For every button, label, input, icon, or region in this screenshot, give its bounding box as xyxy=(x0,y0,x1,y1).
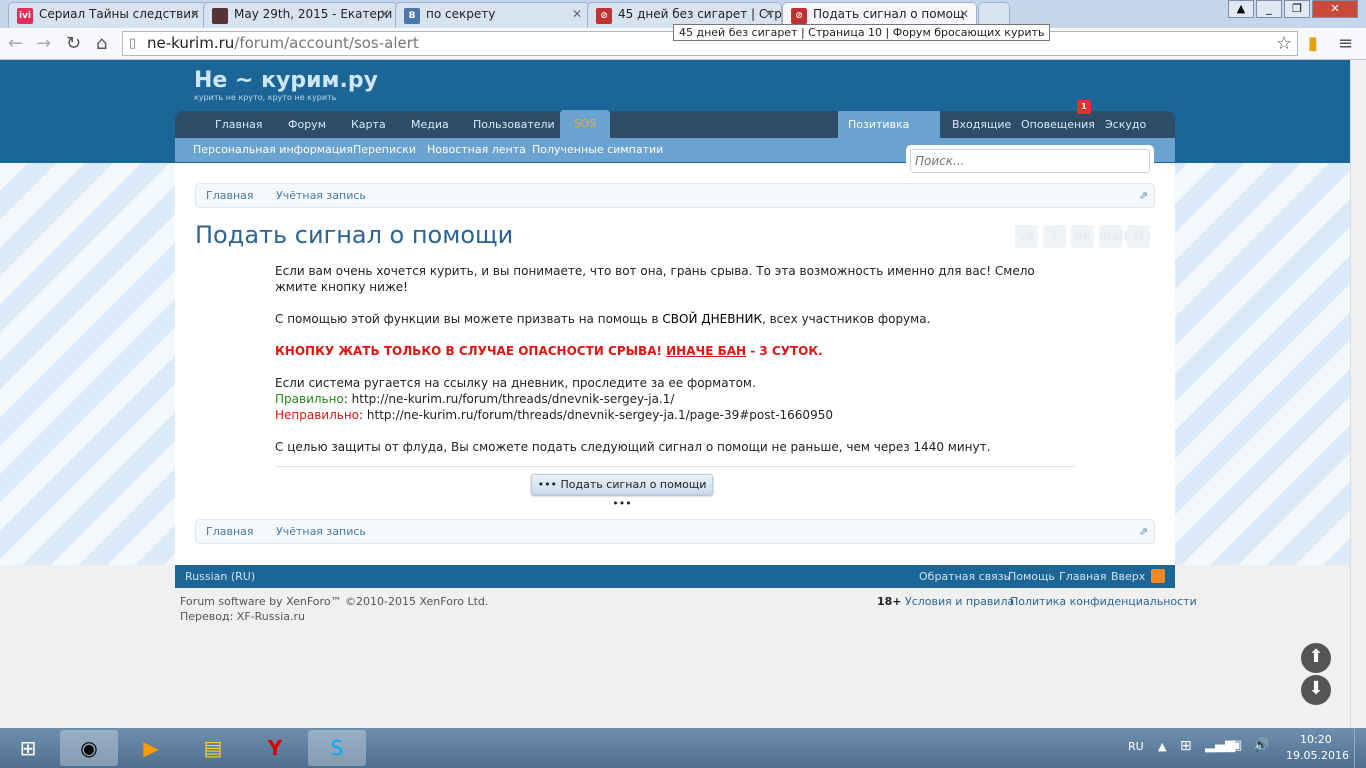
notification-badge: 1 xyxy=(1077,100,1091,114)
footer-link-help[interactable]: Помощь xyxy=(1008,565,1055,588)
forward-icon[interactable]: → xyxy=(36,33,51,54)
google-share-icon[interactable]: G xyxy=(1127,225,1150,248)
nav-home[interactable]: Главная xyxy=(205,111,273,138)
nav-media[interactable]: Медиа xyxy=(401,111,459,138)
copyright[interactable]: Forum software by XenForo™ ©2010-2015 Xe… xyxy=(180,595,488,608)
nav-positivka[interactable]: Позитивка xyxy=(838,111,940,138)
page-icon: ▯ xyxy=(129,36,137,51)
clock-time[interactable]: 10:20 xyxy=(1300,733,1332,746)
jump-icon[interactable]: ⇗ xyxy=(1139,520,1148,543)
ivi-favicon-icon: ivi xyxy=(17,8,33,24)
breadcrumb-home[interactable]: Главная xyxy=(206,520,254,543)
browser-tab[interactable]: ivi Сериал Тайны следствия ✕ xyxy=(8,2,208,28)
main-nav: Главная Форум Карта Медиа Пользователи S… xyxy=(175,110,1175,138)
clock-date[interactable]: 19.05.2016 xyxy=(1286,749,1349,762)
scroll-down-icon[interactable]: ⬇ xyxy=(1301,675,1331,705)
breadcrumb: Главная Учётная запись ⇗ xyxy=(195,183,1155,208)
power-icon[interactable]: ▣ xyxy=(1230,738,1242,753)
odnoklassniki-share-icon[interactable]: ok xyxy=(1071,225,1094,248)
footer-link-top[interactable]: Вверх xyxy=(1111,565,1145,588)
browser-tab[interactable]: Bпо секрету ✕ xyxy=(395,2,590,28)
user-icon[interactable]: ▲ xyxy=(1228,0,1254,18)
skype-taskbar-icon[interactable]: S xyxy=(308,730,366,766)
extension-icon[interactable]: ▮ xyxy=(1308,33,1318,54)
nav-alerts[interactable]: Оповещения xyxy=(1011,111,1105,138)
browser-tab[interactable]: May 29th, 2015 - Екатери ✕ xyxy=(203,2,398,28)
action-center-icon[interactable]: ⊞ xyxy=(1180,738,1192,754)
nav-forum[interactable]: Форум xyxy=(278,111,336,138)
bookmark-star-icon[interactable]: ☆ xyxy=(1276,33,1292,54)
nav-user[interactable]: Эскудо xyxy=(1095,111,1156,138)
nekurim-favicon-icon: ⊘ xyxy=(791,8,807,24)
yandex-taskbar-icon[interactable]: Y xyxy=(246,730,304,766)
jump-icon[interactable]: ⇗ xyxy=(1139,184,1148,207)
age-rating: 18+ xyxy=(877,595,902,608)
reload-icon[interactable]: ↻ xyxy=(66,33,81,54)
nav-users[interactable]: Пользователи xyxy=(463,111,565,138)
subnav-news-feed[interactable]: Новостная лента xyxy=(427,138,526,162)
nav-sos[interactable]: SOS xyxy=(560,110,610,138)
privacy-link[interactable]: Политика конфиденциальности xyxy=(1010,595,1197,608)
subnav-likes[interactable]: Полученные симпатии xyxy=(532,138,663,162)
facebook-share-icon[interactable]: f xyxy=(1043,225,1066,248)
page-scrollbar[interactable] xyxy=(1350,60,1366,728)
page-title: Подать сигнал о помощи xyxy=(195,221,514,249)
language-chooser[interactable]: Russian (RU) xyxy=(185,565,255,588)
site-logo[interactable]: Не ~ курим.ру курить не круто, круто не к… xyxy=(194,68,378,102)
footer-link-home[interactable]: Главная xyxy=(1059,565,1107,588)
content-area: Главная Учётная запись ⇗ Подать сигнал о… xyxy=(175,163,1175,565)
close-tab-icon[interactable]: ✕ xyxy=(572,7,582,21)
search-input[interactable] xyxy=(910,149,1150,173)
show-desktop-button[interactable] xyxy=(1354,728,1366,768)
mail-share-icon[interactable]: mail xyxy=(1099,225,1128,248)
subnav-personal-info[interactable]: Персональная информация xyxy=(193,138,353,162)
windows-taskbar: ⊞ ◉ ▶ ▤ Y S RU ▲ ⊞ ▂▄▆ ▣ 🔊 10:20 19.05.2… xyxy=(0,728,1366,768)
avatar-favicon-icon xyxy=(212,8,228,24)
nav-map[interactable]: Карта xyxy=(341,111,396,138)
footer-link-feedback[interactable]: Обратная связь xyxy=(919,565,1010,588)
rss-icon[interactable] xyxy=(1151,569,1165,583)
chrome-taskbar-icon[interactable]: ◉ xyxy=(60,730,118,766)
breadcrumb-account[interactable]: Учётная запись xyxy=(276,520,366,543)
language-indicator[interactable]: RU xyxy=(1128,740,1144,753)
breadcrumb-account[interactable]: Учётная запись xyxy=(276,184,366,207)
start-button[interactable]: ⊞ xyxy=(0,730,56,766)
breadcrumb-home[interactable]: Главная xyxy=(206,184,254,207)
warning-text: КНОПКУ ЖАТЬ ТОЛЬКО В СЛУЧАЕ ОПАСНОСТИ СР… xyxy=(275,344,823,358)
close-tab-icon[interactable]: ✕ xyxy=(190,7,200,21)
back-icon[interactable]: ← xyxy=(8,33,23,54)
close-tab-icon[interactable]: ✕ xyxy=(764,7,774,21)
volume-icon[interactable]: 🔊 xyxy=(1253,738,1269,753)
vk-favicon-icon: B xyxy=(404,8,420,24)
home-icon[interactable]: ⌂ xyxy=(96,33,107,54)
explorer-taskbar-icon[interactable]: ▤ xyxy=(184,730,242,766)
vk-share-icon[interactable]: vk xyxy=(1015,225,1038,248)
close-tab-icon[interactable]: ✕ xyxy=(380,7,390,21)
maximize-button[interactable]: ❐ xyxy=(1284,0,1310,18)
sos-description: Если вам очень хочется курить, и вы пони… xyxy=(275,263,1075,471)
menu-icon[interactable]: ≡ xyxy=(1338,33,1353,54)
divider xyxy=(275,466,1075,467)
translation-credit[interactable]: Перевод: XF-Russia.ru xyxy=(180,610,305,623)
tray-expand-icon[interactable]: ▲ xyxy=(1158,740,1166,753)
footer-bar: Russian (RU) Обратная связь Помощь Главн… xyxy=(175,565,1175,588)
search-box xyxy=(906,145,1154,177)
subnav-conversations[interactable]: Переписки xyxy=(353,138,416,162)
breadcrumb-bottom: Главная Учётная запись ⇗ xyxy=(195,519,1155,544)
nav-inbox[interactable]: Входящие xyxy=(942,111,1021,138)
tab-tooltip: 45 дней без сигарет | Страница 10 | Фору… xyxy=(673,24,1051,41)
close-tab-icon[interactable]: ✕ xyxy=(959,7,969,21)
sos-alert-button[interactable]: ••• Подать сигнал о помощи ••• xyxy=(531,474,713,510)
media-player-taskbar-icon[interactable]: ▶ xyxy=(122,730,180,766)
minimize-button[interactable]: _ xyxy=(1256,0,1282,18)
terms-link[interactable]: Условия и правила xyxy=(905,595,1014,608)
nekurim-favicon-icon: ⊘ xyxy=(596,8,612,24)
scroll-up-icon[interactable]: ⬆ xyxy=(1301,643,1331,673)
close-window-button[interactable]: ✕ xyxy=(1312,0,1358,18)
